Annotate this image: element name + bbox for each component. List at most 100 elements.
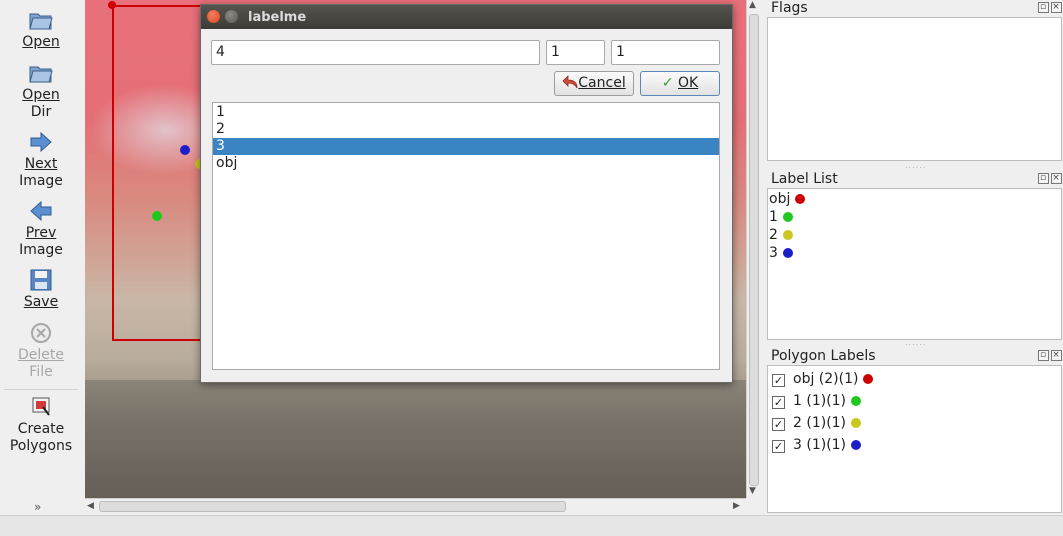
- color-dot: [782, 212, 793, 222]
- label-input[interactable]: 4: [211, 40, 540, 65]
- label-list-item[interactable]: 1: [769, 208, 793, 226]
- list-item[interactable]: 2: [213, 121, 719, 138]
- polygon-label-text: obj (2)(1): [793, 371, 859, 387]
- delete-file-button[interactable]: Delete File: [0, 321, 82, 381]
- delete-label-2: File: [29, 364, 53, 380]
- close-icon[interactable]: ×: [1051, 173, 1062, 184]
- prev-image-button[interactable]: Prev Image: [0, 199, 82, 259]
- checkbox[interactable]: ✓: [772, 396, 785, 409]
- minimize-window-icon[interactable]: [225, 10, 238, 23]
- cancel-button[interactable]: Cancel: [554, 71, 634, 96]
- label-list-dock-title: Label List: [771, 171, 838, 187]
- dialog-title: labelme: [248, 10, 307, 25]
- color-dot: [782, 248, 793, 258]
- folder-open-icon: [29, 66, 53, 83]
- flags-panel[interactable]: [767, 17, 1062, 161]
- polygon-label-item[interactable]: ✓ 3 (1)(1): [772, 436, 862, 454]
- splitter-grip[interactable]: ......: [905, 161, 926, 170]
- save-label: Save: [23, 294, 59, 310]
- polygon-labels-dock-buttons: ▫ ×: [1036, 350, 1062, 361]
- color-dot: [851, 418, 862, 428]
- label-dialog: labelme 4 1 1 Cancel ✓ OK 1 2 3 obj: [200, 4, 733, 383]
- label-list-item[interactable]: 2: [769, 226, 793, 244]
- close-icon[interactable]: ×: [1051, 350, 1062, 361]
- close-window-icon[interactable]: [207, 10, 220, 23]
- horizontal-scrollbar[interactable]: ◀ ▶: [85, 498, 746, 514]
- dialog-titlebar[interactable]: labelme: [201, 5, 732, 29]
- label-text: 3: [769, 245, 778, 261]
- color-dot: [795, 194, 806, 204]
- undo-arrow-icon: [562, 75, 578, 89]
- splitter-grip[interactable]: ......: [905, 338, 926, 347]
- float-icon[interactable]: ▫: [1038, 173, 1049, 184]
- save-button[interactable]: Save: [0, 268, 82, 311]
- label-list-item[interactable]: 3: [769, 244, 793, 262]
- point-1[interactable]: [152, 211, 162, 221]
- scroll-down-arrow-icon[interactable]: ▼: [749, 486, 756, 496]
- tools-toolbar: Open Open Dir Next Image Prev Image Save…: [0, 0, 82, 515]
- checkbox[interactable]: ✓: [772, 418, 785, 431]
- open-dir-label-2: Dir: [30, 104, 52, 120]
- label-text: 1: [769, 209, 778, 225]
- label-list-dialog[interactable]: 1 2 3 obj: [212, 102, 720, 370]
- delete-label-1: Delete: [18, 347, 64, 363]
- vertical-scroll-handle[interactable]: [749, 14, 759, 486]
- polygon-label-text: 3 (1)(1): [793, 437, 847, 453]
- label-list-item[interactable]: obj: [769, 190, 806, 208]
- next-image-button[interactable]: Next Image: [0, 130, 82, 190]
- label-list-dock-buttons: ▫ ×: [1036, 173, 1062, 184]
- secondary-input[interactable]: 1: [546, 40, 605, 65]
- horizontal-scroll-handle[interactable]: [99, 501, 566, 512]
- arrow-right-icon: [30, 131, 52, 153]
- label-text: 2: [769, 227, 778, 243]
- open-label: Open: [22, 34, 60, 50]
- color-dot: [851, 440, 862, 450]
- color-dot: [782, 230, 793, 240]
- status-bar: [0, 515, 1063, 536]
- create-polygons-button[interactable]: Create Polygons: [0, 395, 82, 455]
- open-button[interactable]: Open: [0, 8, 82, 51]
- vertical-scrollbar[interactable]: ▲ ▼: [746, 0, 761, 498]
- polygon-label-item[interactable]: ✓ 1 (1)(1): [772, 392, 862, 410]
- polygon-label-item[interactable]: ✓ 2 (1)(1): [772, 414, 862, 432]
- label-list-panel[interactable]: obj 1 2 3: [767, 188, 1062, 340]
- checkbox[interactable]: ✓: [772, 374, 785, 387]
- toolbar-extension-chevron-icon[interactable]: »: [34, 500, 41, 514]
- open-dir-button[interactable]: Open Dir: [0, 61, 82, 121]
- floppy-disk-icon: [30, 269, 52, 291]
- vertex-point-obj[interactable]: [108, 1, 116, 9]
- polygon-label-item[interactable]: ✓ obj (2)(1): [772, 370, 874, 388]
- list-item[interactable]: obj: [213, 155, 719, 172]
- polygon-label-text: 2 (1)(1): [793, 415, 847, 431]
- scroll-left-arrow-icon[interactable]: ◀: [87, 501, 94, 511]
- create-polygon-icon: [32, 397, 50, 416]
- label-text: obj: [769, 191, 791, 207]
- create-label-2: Polygons: [9, 438, 73, 454]
- delete-circle-icon: [31, 323, 51, 343]
- flags-dock-title: Flags: [771, 0, 808, 16]
- check-icon: ✓: [661, 75, 674, 91]
- list-item-selected[interactable]: 3: [213, 138, 719, 155]
- cancel-label: Cancel: [578, 75, 626, 91]
- point-3[interactable]: [180, 145, 190, 155]
- tertiary-input[interactable]: 1: [611, 40, 720, 65]
- scroll-right-arrow-icon[interactable]: ▶: [733, 501, 740, 511]
- prev-label-1: Prev: [25, 225, 57, 241]
- polygon-labels-panel[interactable]: ✓ obj (2)(1) ✓ 1 (1)(1) ✓ 2 (1)(1) ✓ 3 (1)(1…: [767, 365, 1062, 513]
- scroll-up-arrow-icon[interactable]: ▲: [749, 0, 756, 10]
- toolbar-separator: [4, 389, 78, 390]
- float-icon[interactable]: ▫: [1038, 2, 1049, 13]
- close-icon[interactable]: ×: [1051, 2, 1062, 13]
- ok-button[interactable]: ✓ OK: [640, 71, 720, 96]
- folder-open-icon: [29, 13, 53, 30]
- next-label-1: Next: [24, 156, 58, 172]
- list-item[interactable]: 1: [213, 104, 719, 121]
- polygon-label-text: 1 (1)(1): [793, 393, 847, 409]
- color-dot: [851, 396, 862, 406]
- float-icon[interactable]: ▫: [1038, 350, 1049, 361]
- flags-dock-buttons: ▫ ×: [1036, 2, 1062, 13]
- canvas-floor: [85, 380, 746, 498]
- checkbox[interactable]: ✓: [772, 440, 785, 453]
- ok-label: OK: [677, 75, 699, 91]
- create-label-1: Create: [17, 421, 65, 437]
